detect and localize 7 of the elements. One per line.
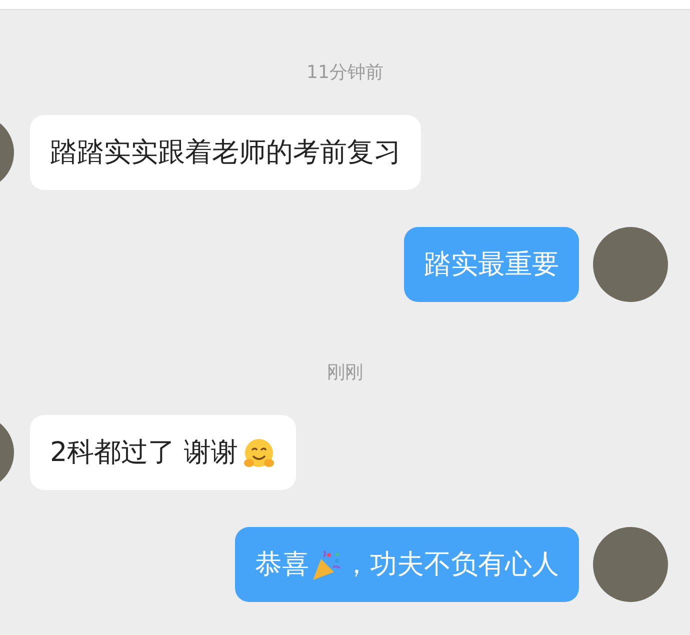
message-text: 踏踏实实跟着老师的考前复习 [50, 137, 401, 168]
message-text: 恭喜 [255, 549, 309, 580]
message-text: ，功夫不负有心人 [343, 549, 559, 580]
message-text: 2科都过了 谢谢 [50, 437, 238, 468]
timestamp: 刚刚 [327, 361, 363, 385]
message-text: 踏实最重要 [424, 249, 559, 280]
timestamp: 11分钟前 [306, 61, 384, 85]
